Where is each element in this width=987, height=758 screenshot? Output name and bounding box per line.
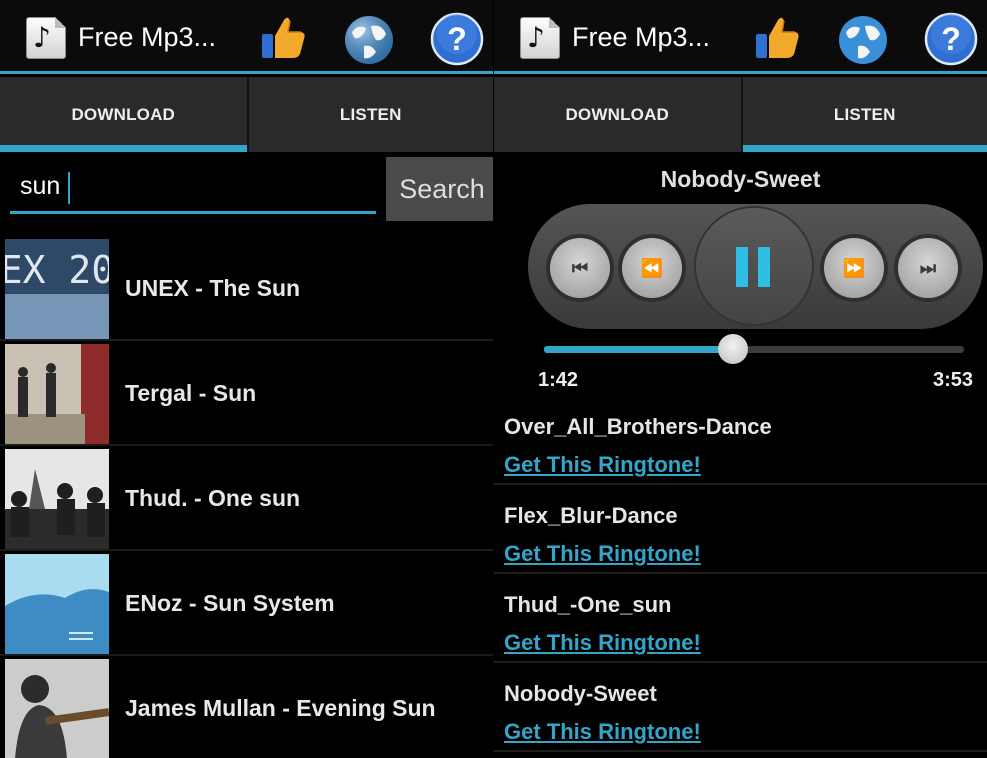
globe-icon[interactable] bbox=[338, 14, 400, 66]
list-item[interactable]: Tergal - Sun bbox=[0, 341, 493, 446]
list-item[interactable]: Over_All_Brothers-Dance Get This Rington… bbox=[494, 396, 987, 485]
seek-bar[interactable] bbox=[544, 334, 964, 364]
thumbs-up-icon[interactable] bbox=[752, 12, 802, 62]
rewind-button[interactable]: ⏪ bbox=[622, 238, 682, 298]
rewind-icon: ⏪ bbox=[640, 257, 664, 279]
search-button[interactable]: Search bbox=[386, 157, 493, 221]
list-item[interactable]: UNEX 2007 UNEX - The Sun bbox=[0, 236, 493, 341]
svg-text:?: ? bbox=[447, 21, 467, 57]
list-item[interactable]: Thud_-One_sun Get This Ringtone! bbox=[494, 574, 987, 663]
fast-forward-icon: ⏩ bbox=[842, 257, 866, 279]
result-title: ENoz - Sun System bbox=[125, 590, 335, 616]
globe-icon[interactable] bbox=[832, 14, 894, 66]
tab-listen[interactable]: LISTEN bbox=[246, 77, 494, 152]
fast-forward-button[interactable]: ⏩ bbox=[824, 238, 884, 298]
list-item[interactable]: James Mullan - Evening Sun bbox=[0, 656, 493, 758]
thumbs-up-icon[interactable] bbox=[258, 12, 308, 62]
pause-icon bbox=[736, 247, 748, 287]
text-cursor bbox=[68, 172, 70, 204]
result-title: James Mullan - Evening Sun bbox=[125, 695, 436, 721]
tab-bar: DOWNLOAD LISTEN bbox=[0, 77, 493, 152]
result-title: Tergal - Sun bbox=[125, 380, 257, 406]
tab-download-label: DOWNLOAD bbox=[565, 104, 670, 124]
current-time: 1:42 bbox=[538, 369, 579, 391]
music-note-icon[interactable]: ♪ bbox=[26, 17, 66, 59]
tab-listen[interactable]: LISTEN bbox=[740, 77, 987, 152]
app-title: Free Mp3... bbox=[572, 22, 711, 52]
skip-next-button[interactable]: ⏭ bbox=[898, 238, 958, 298]
get-ringtone-link[interactable]: Get This Ringtone! bbox=[504, 719, 701, 745]
player-controls: ⏮ ⏪ ⏩ ⏭ bbox=[528, 204, 983, 329]
seek-handle[interactable] bbox=[718, 334, 748, 364]
help-icon[interactable]: ? bbox=[430, 12, 484, 66]
skip-previous-icon: ⏮ bbox=[571, 257, 589, 279]
album-art-tergal bbox=[5, 344, 109, 444]
app-title: Free Mp3... bbox=[78, 22, 217, 52]
pause-button[interactable] bbox=[696, 208, 812, 324]
search-input[interactable] bbox=[10, 162, 376, 214]
download-screen: ♪ Free Mp3... ? DOWNLOAD LISTEN sun Sear… bbox=[0, 0, 493, 758]
result-title: UNEX - The Sun bbox=[125, 275, 301, 301]
list-item[interactable]: Nobody-Sweet Get This Ringtone! bbox=[494, 663, 987, 752]
album-text: UNEX 2007 bbox=[5, 248, 109, 292]
ringtone-name: Over_All_Brothers-Dance bbox=[504, 414, 772, 439]
tab-download[interactable]: DOWNLOAD bbox=[494, 77, 741, 152]
album-art-unex: UNEX 2007 bbox=[5, 239, 109, 339]
list-item[interactable]: Thud. - One sun bbox=[0, 446, 493, 551]
album-art-thud bbox=[5, 449, 109, 549]
tab-indicator bbox=[742, 145, 987, 152]
ringtone-name: Nobody-Sweet bbox=[504, 681, 657, 706]
tab-bar: DOWNLOAD LISTEN bbox=[494, 77, 987, 152]
tab-listen-label: LISTEN bbox=[833, 104, 896, 124]
list-item[interactable]: Flex_Blur-Dance Get This Ringtone! bbox=[494, 485, 987, 574]
tab-download[interactable]: DOWNLOAD bbox=[0, 77, 247, 152]
music-note-icon[interactable]: ♪ bbox=[520, 17, 560, 59]
tab-indicator bbox=[0, 145, 247, 152]
now-playing-title: Nobody-Sweet bbox=[660, 166, 821, 192]
listen-screen: ♪ Free Mp3... ? DOWNLOAD LISTEN Nobody-S… bbox=[494, 0, 987, 758]
tab-listen-label: LISTEN bbox=[339, 104, 402, 124]
album-art-enoz bbox=[5, 554, 109, 654]
ringtone-name: Thud_-One_sun bbox=[504, 592, 672, 617]
album-art-mullan bbox=[5, 659, 109, 758]
svg-text:?: ? bbox=[941, 21, 961, 57]
total-time: 3:53 bbox=[932, 369, 973, 391]
get-ringtone-link[interactable]: Get This Ringtone! bbox=[504, 541, 701, 567]
pause-icon bbox=[758, 247, 770, 287]
ringtone-list: Over_All_Brothers-Dance Get This Rington… bbox=[494, 396, 987, 752]
list-item[interactable]: ENoz - Sun System bbox=[0, 551, 493, 656]
tab-download-label: DOWNLOAD bbox=[71, 104, 176, 124]
get-ringtone-link[interactable]: Get This Ringtone! bbox=[504, 630, 701, 656]
skip-previous-button[interactable]: ⏮ bbox=[550, 238, 610, 298]
action-bar: ♪ Free Mp3... ? bbox=[494, 0, 987, 74]
result-title: Thud. - One sun bbox=[125, 485, 301, 511]
get-ringtone-link[interactable]: Get This Ringtone! bbox=[504, 452, 701, 478]
results-list: UNEX 2007 UNEX - The Sun Tergal - Sun bbox=[0, 236, 493, 758]
action-bar: ♪ Free Mp3... ? bbox=[0, 0, 493, 74]
help-icon[interactable]: ? bbox=[924, 12, 978, 66]
skip-next-icon: ⏭ bbox=[919, 257, 937, 279]
ringtone-name: Flex_Blur-Dance bbox=[504, 503, 678, 528]
seek-progress bbox=[544, 346, 733, 353]
